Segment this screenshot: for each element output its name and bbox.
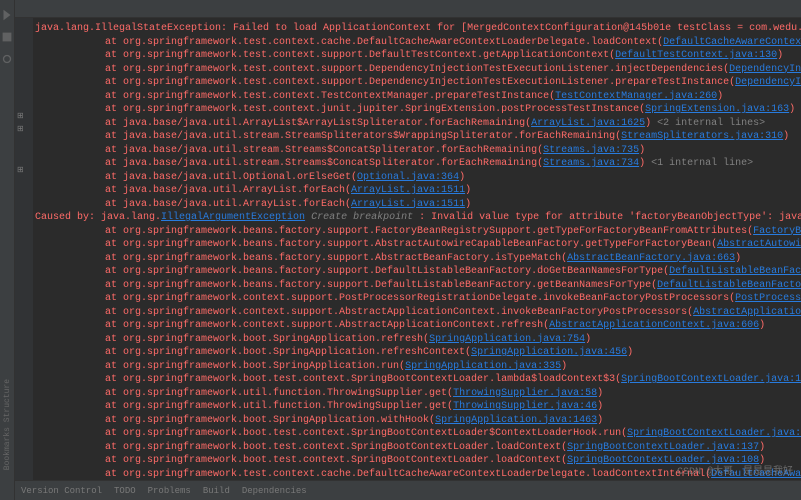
stop-icon[interactable] [0, 30, 14, 44]
source-link[interactable]: DependencyInjectionTestExecutionListener… [729, 64, 801, 75]
source-link[interactable]: DefaultListableBeanFactory.java:575 [669, 266, 801, 277]
source-link[interactable]: SpringApplication.java:335 [405, 361, 561, 372]
stack-frame: at org.springframework.test.context.supp… [35, 76, 801, 90]
source-link[interactable]: ArrayList.java:1625 [531, 118, 645, 129]
stack-frame: at org.springframework.beans.factory.sup… [35, 265, 801, 279]
source-link[interactable]: SpringBootContextLoader.java:137 [621, 374, 801, 385]
tab-todo[interactable]: TODO [114, 486, 136, 496]
fold-mark[interactable]: ⊞ [17, 125, 24, 136]
source-link[interactable]: DefaultCacheAwareContextLoaderDelegate.j… [663, 37, 801, 48]
source-link[interactable]: AbstractBeanFactory.java:663 [567, 253, 735, 264]
status-bar: Version Control TODO Problems Build Depe… [15, 480, 801, 500]
source-link[interactable]: TestContextManager.java:260 [555, 91, 717, 102]
tab-dependencies[interactable]: Dependencies [242, 486, 307, 496]
source-link[interactable]: DependencyInjectionTestExecutionListener… [735, 77, 801, 88]
stack-frame: at org.springframework.test.context.juni… [35, 103, 801, 117]
console-output[interactable]: ⊞ ⊞ ⊞ java.lang.IllegalStateException: F… [15, 18, 801, 480]
source-link[interactable]: PostProcessorRegistrationDelegate.java:1… [735, 293, 801, 304]
source-link[interactable]: SpringBootContextLoader.java:553 [627, 428, 801, 439]
source-link[interactable]: ThrowingSupplier.java:58 [453, 388, 597, 399]
source-link[interactable]: FactoryBeanRegistrySupport.java:86 [753, 226, 801, 237]
source-link[interactable]: ArrayList.java:1511 [351, 199, 465, 210]
run-icon[interactable] [0, 8, 14, 22]
source-link[interactable]: SpringApplication.java:754 [429, 334, 585, 345]
source-link[interactable]: AbstractAutowireCapableBeanFactory.java:… [717, 239, 801, 250]
stack-frame: at org.springframework.util.function.Thr… [35, 387, 801, 401]
stack-frame: at java.base/java.util.stream.Streams$Co… [35, 144, 801, 158]
tab-problems[interactable]: Problems [148, 486, 191, 496]
stack-frame: at org.springframework.context.support.A… [35, 319, 801, 333]
source-link[interactable]: Streams.java:734 [543, 158, 639, 169]
stack-frame: at org.springframework.boot.test.context… [35, 441, 801, 455]
stack-frame: at org.springframework.test.context.Test… [35, 90, 801, 104]
source-link[interactable]: ThrowingSupplier.java:46 [453, 401, 597, 412]
stack-frame: at org.springframework.test.context.supp… [35, 63, 801, 77]
exception-link[interactable]: IllegalArgumentException [161, 212, 305, 223]
stack-frame: at org.springframework.context.support.A… [35, 306, 801, 320]
source-link[interactable]: AbstractApplicationContext.java:606 [549, 320, 759, 331]
stack-frame: at java.base/java.util.Optional.orElseGe… [35, 171, 801, 185]
exception-header: java.lang.IllegalStateException: Failed … [35, 22, 801, 36]
settings-icon[interactable] [0, 52, 14, 66]
console-toolbar [15, 0, 801, 18]
gutter: ⊞ ⊞ ⊞ [15, 18, 33, 480]
source-link[interactable]: SpringApplication.java:456 [471, 347, 627, 358]
stack-frame: at java.base/java.util.ArrayList.forEach… [35, 184, 801, 198]
tab-build[interactable]: Build [203, 486, 230, 496]
tab-version-control[interactable]: Version Control [21, 486, 102, 496]
create-breakpoint[interactable]: Create breakpoint [311, 212, 413, 223]
source-link[interactable]: SpringApplication.java:1463 [435, 415, 597, 426]
stack-frame: at java.base/java.util.ArrayList.forEach… [35, 198, 801, 212]
stack-frame: at java.base/java.util.stream.StreamSpli… [35, 130, 801, 144]
stack-frame: at org.springframework.beans.factory.sup… [35, 238, 801, 252]
stack-frame: at org.springframework.beans.factory.sup… [35, 225, 801, 239]
stack-frame: at org.springframework.beans.factory.sup… [35, 279, 801, 293]
watermark: CSDN @大哥，是是是我好 [677, 462, 793, 478]
caused-by-line: Caused by: java.lang.IllegalArgumentExce… [35, 211, 801, 225]
stack-frame: at org.springframework.boot.test.context… [35, 373, 801, 387]
stack-frame: at org.springframework.util.function.Thr… [35, 400, 801, 414]
stack-frame: at org.springframework.boot.SpringApplic… [35, 360, 801, 374]
source-link[interactable]: Optional.java:364 [357, 172, 459, 183]
stack-frame: at java.base/java.util.stream.Streams$Co… [35, 157, 801, 171]
stack-frame: at org.springframework.context.support.P… [35, 292, 801, 306]
stack-frame: at org.springframework.boot.SpringApplic… [35, 414, 801, 428]
source-link[interactable]: DefaultTestContext.java:130 [615, 50, 777, 61]
stack-frame: at org.springframework.boot.SpringApplic… [35, 333, 801, 347]
stack-frame: at org.springframework.boot.test.context… [35, 427, 801, 441]
source-link[interactable]: ArrayList.java:1511 [351, 185, 465, 196]
source-link[interactable]: SpringExtension.java:163 [645, 104, 789, 115]
stack-frame: at org.springframework.test.context.supp… [35, 49, 801, 63]
source-link[interactable]: AbstractApplicationContext.java:788 [693, 307, 801, 318]
stack-frame: at java.base/java.util.ArrayList$ArrayLi… [35, 117, 801, 131]
stack-frame: at org.springframework.boot.SpringApplic… [35, 346, 801, 360]
source-link[interactable]: StreamSpliterators.java:310 [621, 131, 783, 142]
source-link[interactable]: DefaultListableBeanFactory.java:534 [657, 280, 801, 291]
fold-mark[interactable]: ⊞ [17, 112, 24, 123]
stack-frame: at org.springframework.test.context.cach… [35, 36, 801, 50]
source-link[interactable]: SpringBootContextLoader.java:137 [567, 442, 759, 453]
stack-frame: at org.springframework.beans.factory.sup… [35, 252, 801, 266]
fold-mark[interactable]: ⊞ [17, 166, 24, 177]
source-link[interactable]: Streams.java:735 [543, 145, 639, 156]
side-tabs[interactable]: Bookmarks Structure [3, 379, 12, 470]
